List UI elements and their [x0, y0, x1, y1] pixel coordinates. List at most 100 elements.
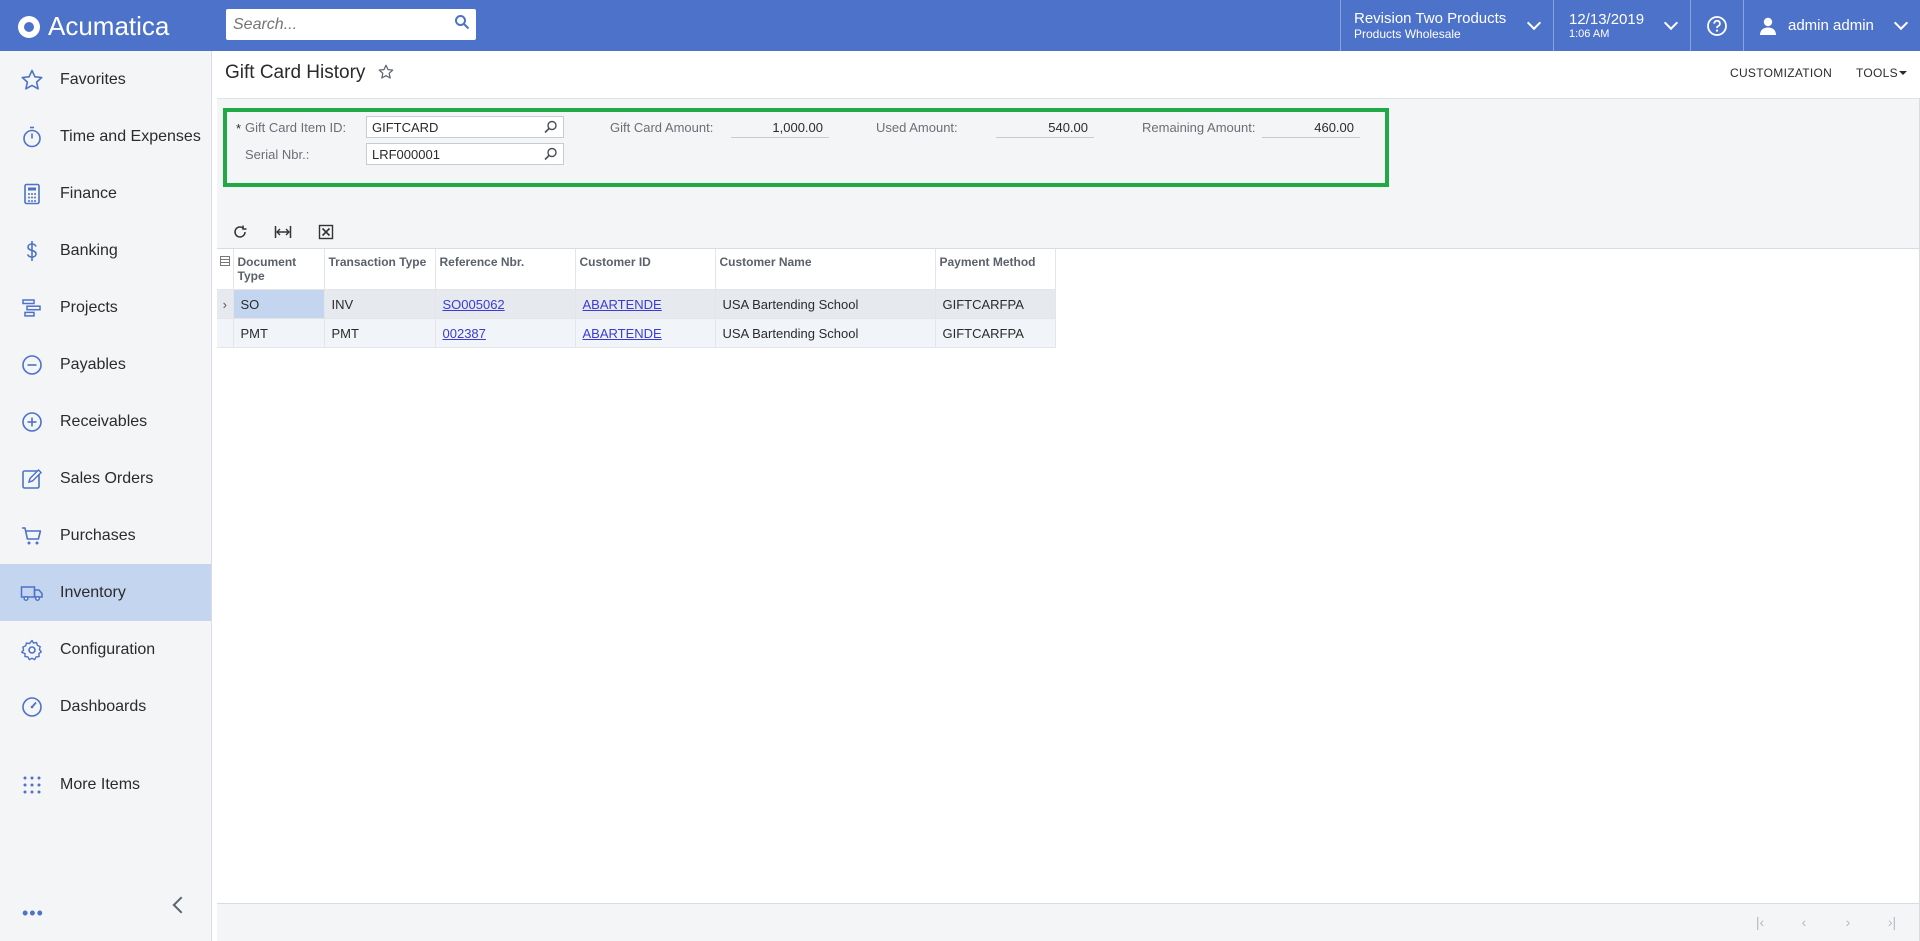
cell-reference-nbr[interactable]: SO005062 [435, 289, 576, 319]
edit-icon [22, 468, 43, 489]
customization-menu[interactable]: CUSTOMIZATION [1730, 66, 1832, 80]
sidebar-item-finance[interactable]: Finance [0, 165, 211, 222]
gift-card-amount-label: Gift Card Amount: [610, 120, 714, 135]
remaining-amount-value: 460.00 [1262, 116, 1360, 138]
first-page-icon[interactable]: |‹ [1752, 914, 1768, 930]
remaining-amount-label: Remaining Amount: [1142, 120, 1256, 135]
sidebar-item-label: Inventory [60, 583, 126, 601]
gift-card-item-label: Gift Card Item ID: [245, 120, 347, 135]
app-name: Acumatica [48, 11, 170, 41]
table-row[interactable]: PMT PMT 002387 ABARTENDE USA Bartending … [217, 318, 1056, 348]
cell-customer-id[interactable]: ABARTENDE [575, 318, 716, 348]
cell-customer-name[interactable]: USA Bartending School [715, 289, 936, 319]
user-menu[interactable]: admin admin [1744, 0, 1920, 51]
reference-nbr-link[interactable]: 002387 [443, 326, 486, 341]
header-customer-name[interactable]: Customer Name [715, 249, 936, 290]
more-dots-icon[interactable]: ••• [22, 903, 44, 924]
export-excel-button[interactable] [315, 221, 337, 243]
search-icon[interactable] [448, 14, 476, 35]
caret-down-icon [1899, 71, 1907, 75]
sidebar-item-configuration[interactable]: Configuration [0, 621, 211, 678]
logo-icon [18, 15, 40, 38]
cell-payment-method[interactable]: GIFTCARFPA [935, 289, 1056, 319]
column-settings-icon [219, 256, 230, 266]
column-settings-header[interactable] [217, 249, 234, 290]
business-date-selector[interactable]: 12/13/2019 1:06 AM [1554, 0, 1690, 51]
lookup-icon[interactable] [543, 119, 559, 135]
used-amount-label: Used Amount: [876, 120, 958, 135]
fit-columns-button[interactable] [272, 221, 294, 243]
reference-nbr-link[interactable]: SO005062 [443, 297, 505, 312]
sidebar-item-favorites[interactable]: Favorites [0, 51, 211, 108]
cell-payment-method[interactable]: GIFTCARFPA [935, 318, 1056, 348]
grid-toolbar [217, 218, 1920, 248]
prev-page-icon[interactable]: ‹ [1796, 914, 1812, 930]
sidebar: Favorites Time and Expenses Finance Bank… [0, 51, 212, 941]
cell-reference-nbr[interactable]: 002387 [435, 318, 576, 348]
favorite-star-icon[interactable] [377, 63, 395, 81]
sidebar-item-sales-orders[interactable]: Sales Orders [0, 450, 211, 507]
search-box[interactable] [226, 9, 476, 40]
tools-menu[interactable]: TOOLS [1856, 66, 1898, 80]
row-pointer-icon: › [217, 289, 234, 319]
gift-card-item-value: GIFTCARD [372, 119, 439, 135]
chevron-down-icon [1893, 15, 1909, 31]
gift-card-item-field[interactable]: GIFTCARD [366, 116, 564, 138]
sidebar-item-label: Sales Orders [60, 469, 154, 487]
last-page-icon[interactable]: ›| [1884, 914, 1900, 930]
help-button[interactable] [1691, 0, 1743, 51]
collapse-sidebar-icon[interactable] [172, 896, 190, 914]
sidebar-item-more-items[interactable]: More Items [0, 756, 211, 813]
projects-icon [22, 298, 41, 317]
company-selector[interactable]: Revision Two Products Products Wholesale [1340, 0, 1553, 51]
header-payment-method[interactable]: Payment Method [935, 249, 1056, 290]
cell-customer-id[interactable]: ABARTENDE [575, 289, 716, 319]
cell-transaction-type[interactable]: INV [324, 289, 436, 319]
table-row[interactable]: › SO INV SO005062 ABARTENDE USA Bartendi… [217, 289, 1056, 319]
required-mark: * [236, 121, 242, 136]
lookup-icon[interactable] [543, 146, 559, 162]
cell-customer-name[interactable]: USA Bartending School [715, 318, 936, 348]
sidebar-item-payables[interactable]: Payables [0, 336, 211, 393]
row-indicator [217, 318, 234, 348]
sidebar-item-projects[interactable]: Projects [0, 279, 211, 336]
gift-card-amount-value: 1,000.00 [731, 116, 829, 138]
cell-document-type[interactable]: SO [233, 289, 325, 319]
history-grid: Document Type Transaction Type Reference… [217, 248, 1920, 903]
cell-transaction-type[interactable]: PMT [324, 318, 436, 348]
company-name: Revision Two Products [1354, 10, 1507, 27]
cart-icon [22, 526, 42, 544]
customer-id-link[interactable]: ABARTENDE [583, 326, 662, 341]
refresh-button[interactable] [229, 221, 251, 243]
sidebar-item-receivables[interactable]: Receivables [0, 393, 211, 450]
minus-circle-icon [22, 354, 42, 375]
chevron-down-icon [1663, 15, 1679, 31]
calculator-icon [24, 183, 40, 204]
header-document-type[interactable]: Document Type [233, 249, 325, 290]
top-bar: Acumatica Revision Two Products Products… [0, 0, 1920, 51]
header-transaction-type[interactable]: Transaction Type [324, 249, 436, 290]
user-icon [1760, 17, 1776, 35]
user-name: admin admin [1788, 17, 1874, 34]
search-input[interactable] [226, 9, 448, 40]
gear-icon [21, 639, 42, 660]
used-amount-value: 540.00 [996, 116, 1094, 138]
cell-document-type[interactable]: PMT [233, 318, 325, 348]
sidebar-item-dashboards[interactable]: Dashboards [0, 678, 211, 735]
serial-nbr-field[interactable]: LRF000001 [366, 143, 564, 165]
grid-dots-icon [23, 776, 41, 793]
sidebar-footer: ••• [0, 881, 211, 941]
header-reference-nbr[interactable]: Reference Nbr. [435, 249, 576, 290]
next-page-icon[interactable]: › [1840, 914, 1856, 930]
sidebar-item-banking[interactable]: Banking [0, 222, 211, 279]
sidebar-item-label: Configuration [60, 640, 156, 658]
stopwatch-icon [23, 126, 41, 147]
business-time: 1:06 AM [1569, 28, 1610, 40]
customer-id-link[interactable]: ABARTENDE [583, 297, 662, 312]
header-customer-id[interactable]: Customer ID [575, 249, 716, 290]
sidebar-item-time-and-expenses[interactable]: Time and Expenses [0, 108, 211, 165]
acumatica-logo[interactable]: Acumatica [18, 11, 169, 42]
sidebar-item-inventory[interactable]: Inventory [0, 564, 211, 621]
sidebar-item-label: Projects [60, 298, 118, 316]
sidebar-item-purchases[interactable]: Purchases [0, 507, 211, 564]
